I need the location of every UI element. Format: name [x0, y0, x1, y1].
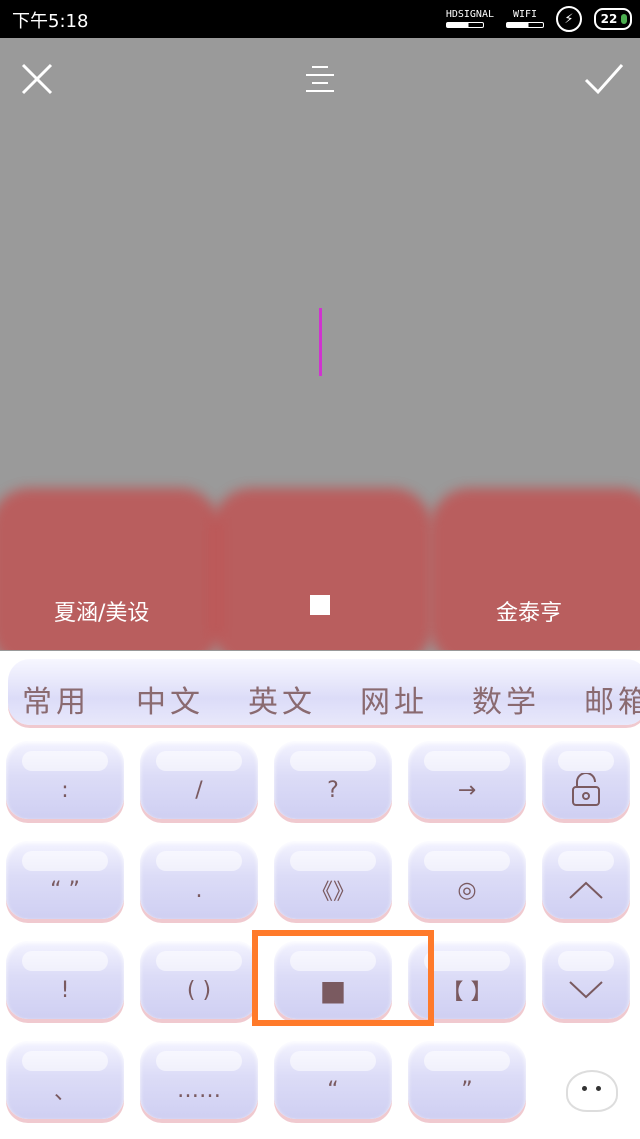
text-editor-canvas[interactable]: 夏涵/美设 金泰亨	[0, 38, 640, 650]
lock-icon	[572, 773, 600, 806]
key-book-brackets[interactable]: 《》	[274, 841, 392, 919]
text-cursor	[319, 308, 322, 376]
key-enumeration-comma[interactable]: 、	[6, 1041, 124, 1119]
name-label: 金泰亨	[496, 601, 563, 626]
symbol-keyboard: 常用 中文 英文 网址 数学 邮箱 : / ? → “ ” . 《》 ◎ ! (…	[0, 650, 640, 1139]
key-quotes[interactable]: “ ”	[6, 841, 124, 919]
author-label: 夏涵/美设	[54, 601, 150, 626]
up-arrow-icon	[569, 881, 603, 899]
signal-indicator: HDSIGNAL	[445, 9, 494, 28]
down-arrow-icon	[569, 981, 603, 999]
key-right-quote[interactable]: ”	[408, 1041, 526, 1119]
tab-english[interactable]: 英文	[248, 677, 316, 721]
scroll-up-key[interactable]	[542, 841, 630, 919]
align-center-icon[interactable]	[304, 64, 336, 94]
battery-level: 22	[600, 12, 618, 26]
image-caption-row: 夏涵/美设 金泰亨	[0, 583, 640, 633]
key-colon[interactable]: :	[6, 741, 124, 819]
status-time: 下午5:18	[12, 11, 89, 32]
key-arrow[interactable]: →	[408, 741, 526, 819]
key-left-quote[interactable]: “	[274, 1041, 392, 1119]
status-bar: 下午5:18 HDSIGNAL WIFI ⚡ 22	[0, 0, 640, 38]
check-icon[interactable]	[584, 62, 624, 96]
tab-math[interactable]: 数学	[472, 677, 540, 721]
battery-indicator: 22	[594, 8, 632, 30]
center-square-mark	[310, 595, 330, 615]
tab-url[interactable]: 网址	[360, 677, 428, 721]
selection-highlight	[252, 930, 434, 1026]
mascot-icon[interactable]	[566, 1070, 618, 1112]
close-icon[interactable]	[20, 62, 54, 96]
key-slash[interactable]: /	[140, 741, 258, 819]
tab-email[interactable]: 邮箱	[584, 677, 640, 721]
tab-common[interactable]: 常用	[22, 677, 90, 721]
keyboard-category-tabs: 常用 中文 英文 网址 数学 邮箱	[8, 659, 640, 725]
key-exclamation[interactable]: !	[6, 941, 124, 1019]
wifi-indicator: WIFI	[506, 10, 544, 28]
charging-icon: ⚡	[556, 6, 582, 32]
key-ellipsis[interactable]: ……	[140, 1041, 258, 1119]
lock-key[interactable]	[542, 741, 630, 819]
signal-label: HDSIGNAL	[445, 9, 494, 20]
scroll-down-key[interactable]	[542, 941, 630, 1019]
key-period[interactable]: .	[140, 841, 258, 919]
wifi-label: WIFI	[512, 9, 538, 20]
tab-chinese[interactable]: 中文	[136, 677, 204, 721]
key-bullseye[interactable]: ◎	[408, 841, 526, 919]
key-parentheses[interactable]: ( )	[140, 941, 258, 1019]
key-question[interactable]: ?	[274, 741, 392, 819]
